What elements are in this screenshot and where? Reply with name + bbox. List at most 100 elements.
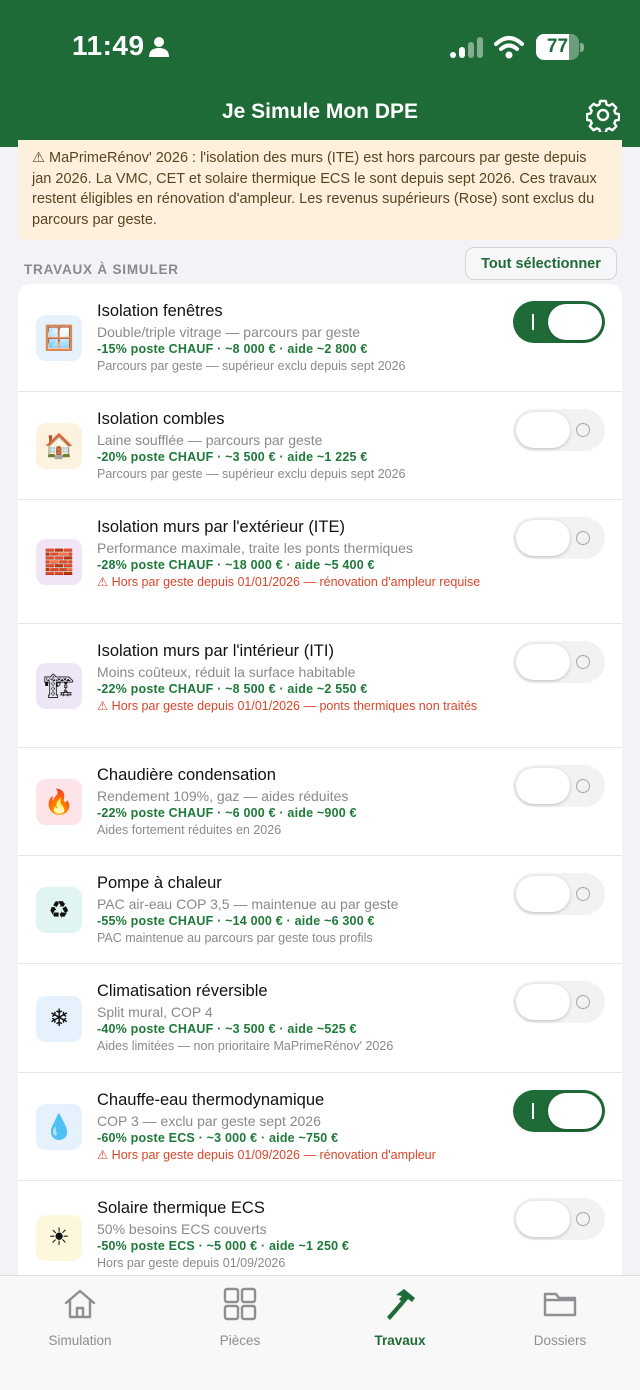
toggle-off-mark xyxy=(576,423,590,437)
work-description: Split mural, COP 4 xyxy=(97,1004,213,1020)
work-toggle[interactable] xyxy=(513,517,605,559)
work-text: Solaire thermique ECS 50% besoins ECS cou… xyxy=(97,1198,497,1271)
battery-cap xyxy=(580,43,584,52)
battery-indicator: 77 xyxy=(536,34,584,60)
work-metrics: -50% poste ECS · ~5 000 € · aide ~1 250 … xyxy=(97,1239,350,1253)
work-metrics: -60% poste ECS · ~3 000 € · aide ~750 € xyxy=(97,1131,339,1145)
signal-icon xyxy=(450,37,483,58)
work-metrics: -40% poste CHAUF · ~3 500 € · aide ~525 … xyxy=(97,1022,357,1036)
work-row[interactable]: 🪟 Isolation fenêtres Double/triple vitrage… xyxy=(18,284,622,392)
status-time: 11:49 xyxy=(72,30,145,61)
work-row[interactable]: 🔥 Chaudière condensation Rendement 109%, g… xyxy=(18,748,622,856)
house-icon xyxy=(64,1289,96,1319)
work-metrics: -28% poste CHAUF · ~18 000 € · aide ~5 4… xyxy=(97,558,375,572)
work-metrics: -15% poste CHAUF · ~8 000 € · aide ~2 80… xyxy=(97,342,368,356)
toggle-off-mark xyxy=(576,655,590,669)
work-text: Chaudière condensation Rendement 109%, ga… xyxy=(97,765,497,838)
work-toggle[interactable] xyxy=(513,1090,605,1132)
work-metrics: -22% poste CHAUF · ~6 000 € · aide ~900 … xyxy=(97,806,357,820)
work-row[interactable]: ❄ Climatisation réversible Split mural, CO… xyxy=(18,964,622,1073)
toggle-off-mark xyxy=(576,995,590,1009)
work-row[interactable]: ♻ Pompe à chaleur PAC air-eau COP 3,5 — ma… xyxy=(18,856,622,964)
page-title: Je Simule Mon DPE xyxy=(221,100,419,123)
toggle-on-mark xyxy=(532,314,534,330)
work-title: Solaire thermique ECS xyxy=(97,1199,265,1217)
toggle-on-mark xyxy=(532,1103,534,1119)
work-description: Moins coûteux, réduit la surface habitab… xyxy=(97,664,356,680)
toggle-off-mark xyxy=(576,887,590,901)
work-title: Chaudière condensation xyxy=(97,766,276,784)
toggle-off-mark xyxy=(576,779,590,793)
folder-icon xyxy=(543,1292,577,1317)
flame-icon: 🔥 xyxy=(36,779,82,825)
work-toggle[interactable] xyxy=(513,1198,605,1240)
recycle-icon: ♻ xyxy=(36,887,82,933)
tab-label: Pièces xyxy=(219,1333,261,1348)
work-note: Aides fortement réduites en 2026 xyxy=(97,823,282,837)
work-text: Isolation combles Laine soufflée — parcou… xyxy=(97,409,497,482)
toggle-off-mark xyxy=(576,1212,590,1226)
app-header: 11:49 77 Je Simule Mon DPE xyxy=(0,0,640,147)
work-toggle[interactable] xyxy=(513,873,605,915)
work-note: Parcours par geste — supérieur exclu dep… xyxy=(97,359,406,373)
snowflake-icon: ❄ xyxy=(36,995,82,1042)
wifi-icon xyxy=(494,36,524,59)
tab-pieces[interactable]: Pièces xyxy=(160,1276,320,1390)
toggle-knob xyxy=(548,1093,602,1129)
tab-travaux[interactable]: Travaux xyxy=(320,1276,480,1390)
gear-icon[interactable] xyxy=(586,98,620,132)
work-title: Isolation murs par l'intérieur (ITI) xyxy=(97,642,334,660)
toggle-knob xyxy=(516,984,570,1020)
tab-simulation[interactable]: Simulation xyxy=(0,1276,160,1390)
work-text: Pompe à chaleur PAC air-eau COP 3,5 — mai… xyxy=(97,873,497,946)
battery-body: 77 xyxy=(536,34,579,60)
work-toggle[interactable] xyxy=(513,765,605,807)
work-text: Isolation fenêtres Double/triple vitrage … xyxy=(97,301,497,374)
work-text: Chauffe-eau thermodynamique COP 3 — exclu… xyxy=(97,1090,497,1163)
work-metrics: -55% poste CHAUF · ~14 000 € · aide ~6 3… xyxy=(97,914,375,928)
battery-percent: 77 xyxy=(546,36,569,57)
warning-banner: ⚠ MaPrimeRénov' 2026 : l'isolation des m… xyxy=(18,140,622,240)
work-row[interactable]: 🧱 Isolation murs par l'extérieur (ITE) Per… xyxy=(18,500,622,624)
window-icon: 🪟 xyxy=(36,315,82,361)
works-list: 🪟 Isolation fenêtres Double/triple vitrage… xyxy=(18,284,622,1294)
work-toggle[interactable] xyxy=(513,409,605,451)
work-description: Double/triple vitrage — parcours par ges… xyxy=(97,324,361,340)
work-title: Isolation murs par l'extérieur (ITE) xyxy=(97,518,345,536)
work-metrics: -22% poste CHAUF · ~8 500 € · aide ~2 55… xyxy=(97,682,368,696)
work-toggle[interactable] xyxy=(513,981,605,1023)
toggle-knob xyxy=(548,304,602,340)
water-drop-icon: 💧 xyxy=(36,1104,82,1150)
select-all-button[interactable]: Tout sélectionner xyxy=(465,247,617,280)
toggle-knob xyxy=(516,1201,570,1237)
work-row[interactable]: 🏠 Isolation combles Laine soufflée — parco… xyxy=(18,392,622,500)
work-row[interactable]: 🏗 Isolation murs par l'intérieur (ITI) Moi… xyxy=(18,624,622,748)
work-toggle[interactable] xyxy=(513,641,605,683)
work-text: Isolation murs par l'extérieur (ITE) Perf… xyxy=(97,517,497,590)
construction-crane-icon: 🏗 xyxy=(36,663,82,709)
toggle-knob xyxy=(516,520,570,556)
toggle-knob xyxy=(516,876,570,912)
work-text: Climatisation réversible Split mural, COP… xyxy=(97,981,497,1054)
work-note: PAC maintenue au parcours par geste tous… xyxy=(97,931,373,945)
tab-dossiers[interactable]: Dossiers xyxy=(480,1276,640,1390)
work-note: ⚠ Hors par geste depuis 01/01/2026 — pon… xyxy=(97,699,478,713)
tab-label: Travaux xyxy=(374,1333,426,1348)
work-metrics: -20% poste CHAUF · ~3 500 € · aide ~1 22… xyxy=(97,450,368,464)
work-note: Parcours par geste — supérieur exclu dep… xyxy=(97,467,406,481)
work-note: Hors par geste depuis 01/09/2026 xyxy=(97,1256,286,1270)
work-description: Laine soufflée — parcours par geste xyxy=(97,432,323,448)
tab-label: Simulation xyxy=(48,1333,112,1348)
section-title: TRAVAUX À SIMULER xyxy=(24,262,179,277)
toggle-off-mark xyxy=(576,531,590,545)
house-icon: 🏠 xyxy=(36,423,82,469)
toggle-knob xyxy=(516,412,570,448)
tab-label: Dossiers xyxy=(533,1333,587,1348)
work-title: Isolation fenêtres xyxy=(97,302,223,320)
work-description: Rendement 109%, gaz — aides réduites xyxy=(97,788,349,804)
toggle-knob xyxy=(516,644,570,680)
work-toggle[interactable] xyxy=(513,301,605,343)
work-row[interactable]: 💧 Chauffe-eau thermodynamique COP 3 — excl… xyxy=(18,1073,622,1181)
hammer-icon xyxy=(387,1289,415,1320)
toggle-knob xyxy=(516,768,570,804)
